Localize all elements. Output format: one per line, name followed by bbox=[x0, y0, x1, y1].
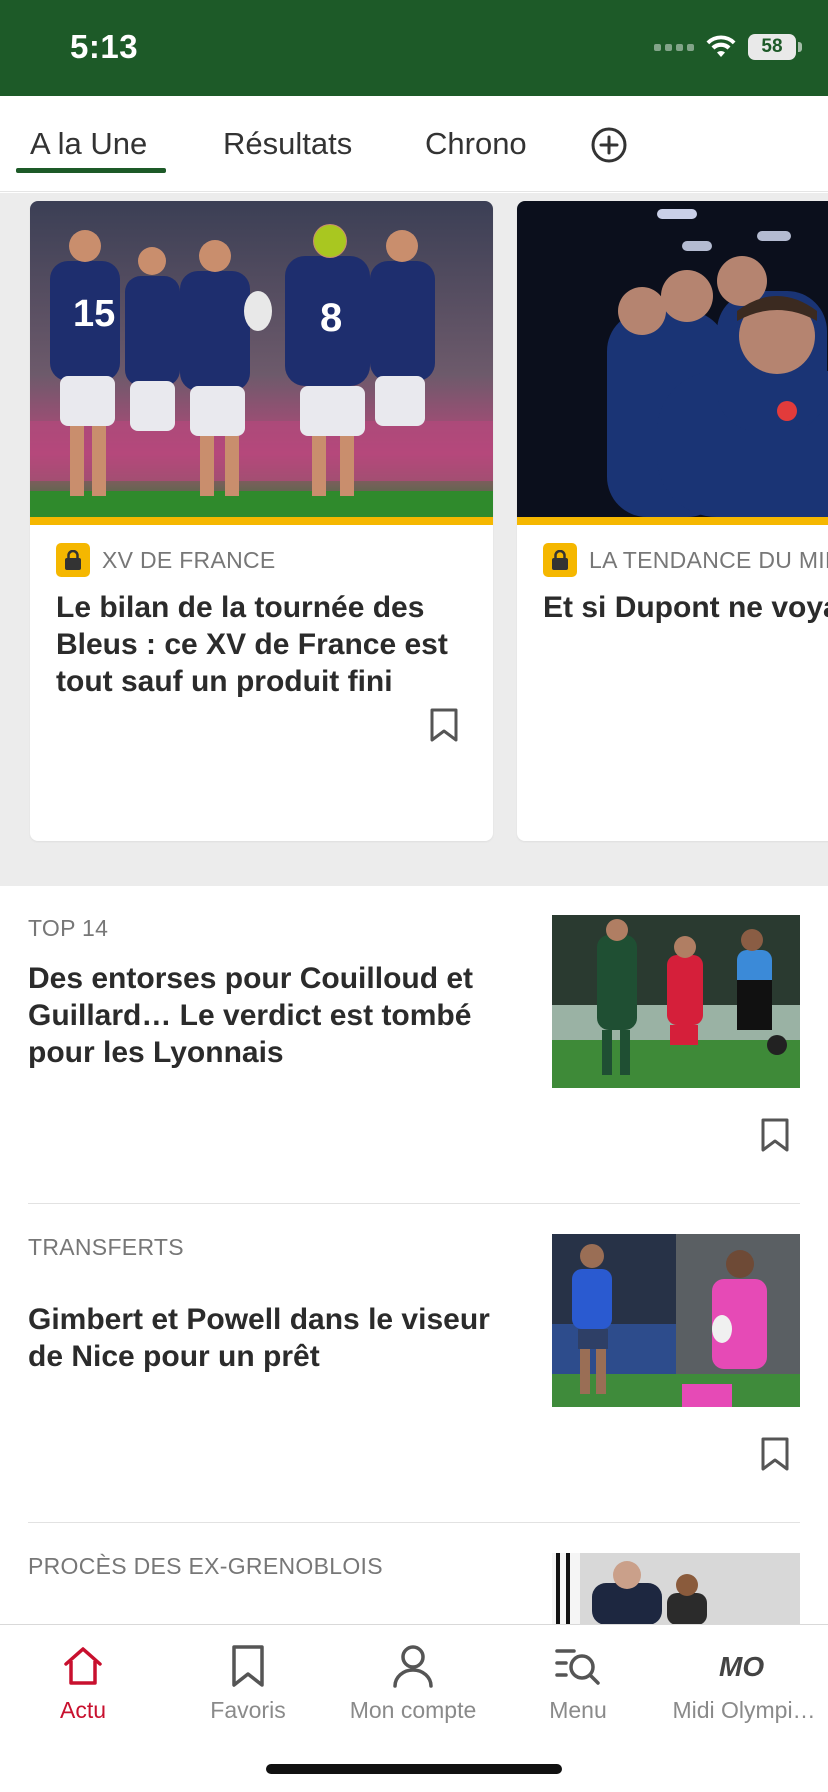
nav-favoris[interactable]: Favoris bbox=[165, 1639, 331, 1724]
divider bbox=[28, 1203, 800, 1204]
nav-actu[interactable]: Actu bbox=[0, 1639, 166, 1724]
tab-a-la-une[interactable]: A la Une bbox=[30, 126, 147, 162]
home-indicator bbox=[266, 1764, 562, 1774]
nav-menu[interactable]: Menu bbox=[495, 1639, 661, 1724]
nav-label: Mon compte bbox=[349, 1697, 477, 1723]
article-thumbnail bbox=[552, 1234, 800, 1407]
status-time: 5:13 bbox=[70, 28, 139, 65]
nav-label: Menu bbox=[549, 1697, 607, 1723]
wifi-icon bbox=[706, 35, 736, 57]
article-image bbox=[517, 201, 828, 517]
active-tab-indicator bbox=[16, 168, 166, 173]
article-thumbnail bbox=[552, 1553, 800, 1625]
bookmark-icon bbox=[232, 1645, 264, 1687]
bookmark-icon[interactable] bbox=[429, 707, 459, 743]
svg-text:15: 15 bbox=[73, 293, 115, 335]
article-image: 15 8 bbox=[30, 201, 493, 517]
bookmark-icon[interactable] bbox=[760, 1117, 790, 1153]
nav-label: Midi Olympi… bbox=[672, 1697, 816, 1723]
lock-icon bbox=[56, 543, 90, 577]
list-item[interactable]: TRANSFERTS Gimbert et Powell dans le vis… bbox=[28, 1234, 800, 1471]
article-title[interactable]: Le bilan de la tournée des Bleus : ce XV… bbox=[56, 589, 467, 700]
add-tab-icon[interactable] bbox=[590, 126, 628, 164]
divider bbox=[28, 1522, 800, 1523]
home-icon bbox=[64, 1647, 102, 1685]
nav-label: Favoris bbox=[210, 1697, 286, 1723]
svg-text:MO: MO bbox=[719, 1651, 764, 1682]
article-title[interactable]: Des entorses pour Couilloud et Guillard…… bbox=[28, 960, 498, 1071]
battery-indicator: 58 bbox=[748, 34, 802, 60]
article-title[interactable]: Et si Dupont ne voyageait pas jusqu'à l’… bbox=[543, 589, 828, 626]
mo-logo-icon: MO bbox=[719, 1651, 764, 1682]
nav-mon-compte[interactable]: Mon compte bbox=[330, 1639, 496, 1724]
tab-chrono[interactable]: Chrono bbox=[425, 126, 527, 162]
featured-carousel[interactable]: 15 8 XV DE FRANCE Le bilan de la tournée… bbox=[0, 193, 828, 886]
tab-resultats[interactable]: Résultats bbox=[223, 126, 352, 162]
nav-label: Actu bbox=[59, 1697, 107, 1723]
section-tabs: A la Une Résultats Chrono bbox=[0, 96, 828, 192]
article-kicker: LA TENDANCE DU MIDI bbox=[589, 546, 828, 573]
status-indicators: 58 bbox=[654, 34, 802, 60]
premium-bar bbox=[30, 517, 493, 525]
featured-card[interactable]: 15 8 XV DE FRANCE Le bilan de la tournée… bbox=[30, 201, 493, 841]
signal-icon bbox=[654, 43, 694, 51]
list-item[interactable]: TOP 14 Des entorses pour Couilloud et Gu… bbox=[28, 915, 800, 1152]
lock-icon bbox=[543, 543, 577, 577]
list-item[interactable]: PROCÈS DES EX-GRENOBLOIS bbox=[28, 1553, 800, 1625]
premium-bar bbox=[517, 517, 828, 525]
menu-search-icon bbox=[555, 1649, 600, 1685]
featured-card[interactable]: LA TENDANCE DU MIDI Et si Dupont ne voya… bbox=[517, 201, 828, 841]
status-bar: 5:13 58 bbox=[0, 0, 828, 96]
svg-text:8: 8 bbox=[320, 296, 342, 340]
nav-midi-olympique[interactable]: MO Midi Olympi… bbox=[660, 1639, 828, 1724]
bookmark-icon[interactable] bbox=[760, 1436, 790, 1472]
user-icon bbox=[393, 1645, 433, 1688]
article-title[interactable]: Gimbert et Powell dans le viseur de Nice… bbox=[28, 1301, 498, 1375]
article-kicker: XV DE FRANCE bbox=[102, 546, 276, 573]
article-thumbnail bbox=[552, 915, 800, 1088]
